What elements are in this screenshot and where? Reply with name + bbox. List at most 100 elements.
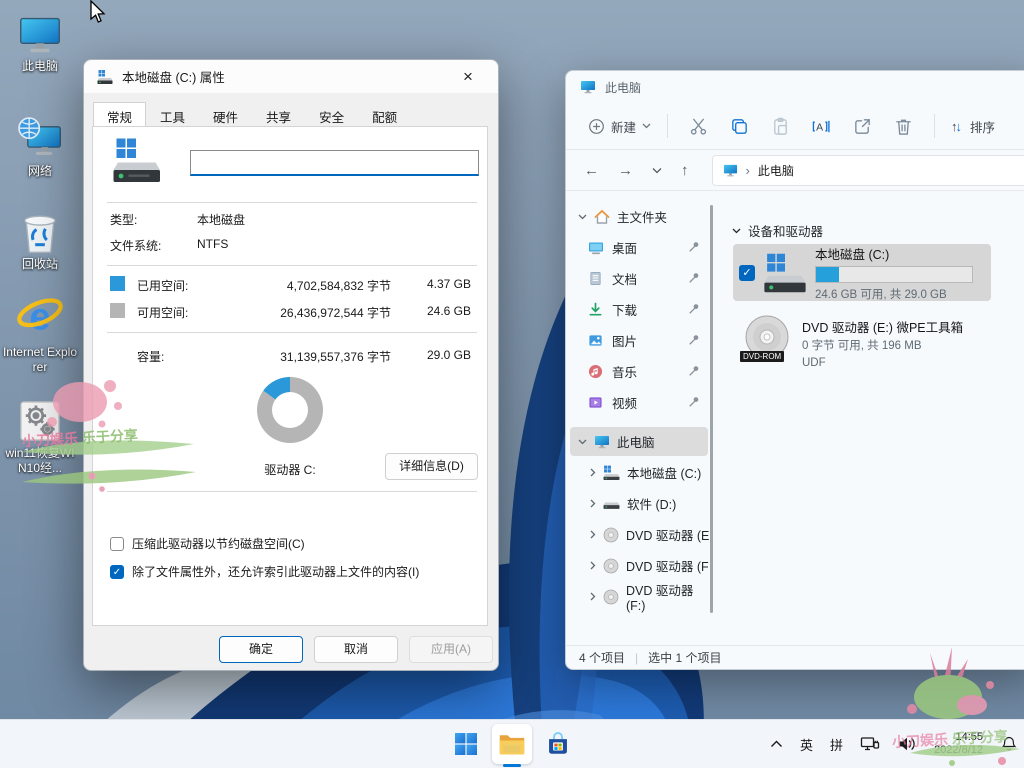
chevron-down-icon [578, 439, 587, 445]
pin-icon [688, 365, 700, 377]
start-button[interactable] [446, 724, 486, 764]
explorer-title: 此电脑 [605, 79, 641, 96]
desktop-icon-label: Internet Explorer [1, 345, 79, 375]
new-button[interactable]: 新建 [582, 111, 657, 142]
compress-checkbox[interactable] [110, 537, 124, 551]
sidebar-item-pictures[interactable]: 图片 [566, 325, 716, 356]
sidebar-label: 桌面 [612, 238, 637, 257]
sidebar-item-documents[interactable]: 文档 [566, 263, 716, 294]
ime-language-indicator[interactable]: 英 [800, 735, 813, 754]
ime-mode-indicator[interactable]: 拼 [830, 735, 843, 754]
drive-item-dvd-e[interactable]: DVD-ROM DVD 驱动器 (E:) 微PE工具箱 0 字节 可用, 共 1… [742, 313, 963, 372]
capacity-donut [257, 377, 323, 443]
taskbar-clock[interactable]: 14:55 2022/8/12 [934, 731, 983, 757]
sidebar-item-music[interactable]: 音乐 [566, 356, 716, 387]
index-checkbox-row[interactable]: ✓ 除了文件属性外，还允许索引此驱动器上文件的内容(I) [110, 563, 419, 580]
running-indicator [503, 764, 521, 767]
back-button[interactable]: ← [584, 163, 599, 178]
sort-button[interactable]: ↑↓ 排序 [945, 111, 1001, 142]
volume-label-input[interactable] [190, 150, 479, 176]
dialog-titlebar[interactable]: 本地磁盘 (C:) 属性 × [84, 60, 498, 93]
sidebar-label: 此电脑 [617, 432, 655, 451]
dvd-icon [603, 558, 619, 574]
copy-icon[interactable] [730, 117, 749, 136]
drive-c-icon [603, 464, 620, 481]
sidebar-item-videos[interactable]: 视频 [566, 387, 716, 418]
close-icon[interactable]: × [451, 67, 485, 87]
sidebar-scrollbar[interactable] [710, 205, 713, 613]
sidebar-item-home[interactable]: 主文件夹 [566, 201, 716, 232]
sidebar-label: 音乐 [612, 362, 637, 381]
delete-icon[interactable] [894, 117, 913, 136]
separator [107, 265, 477, 266]
drive-item-local-disk-c[interactable]: ✓ 本地磁盘 (C:) 24.6 GB 可用, 共 29.0 GB [733, 244, 991, 301]
desktop-icon-internet-explorer[interactable]: e Internet Explorer [1, 291, 79, 375]
paste-icon[interactable] [771, 117, 790, 136]
sidebar-item-dvd-drive-1[interactable]: DVD 驱动器 (E [566, 519, 716, 550]
chevron-right-icon[interactable] [590, 592, 596, 601]
index-checkbox[interactable]: ✓ [110, 565, 124, 579]
pin-icon [688, 241, 700, 253]
ok-button[interactable]: 确定 [219, 636, 303, 663]
explorer-window: 此电脑 新建 A ↑↓ 排序 ← → ↑ [565, 70, 1024, 670]
download-icon [588, 302, 603, 317]
explorer-statusbar: 4 个项目 | 选中 1 个项目 [566, 645, 1024, 669]
notification-bell-icon[interactable] [1000, 735, 1018, 753]
up-button[interactable]: ↑ [681, 163, 689, 178]
selected-count: 选中 1 个项目 [648, 649, 721, 666]
cut-icon[interactable] [689, 117, 708, 136]
videos-icon [588, 395, 603, 410]
file-explorer-taskbar-button[interactable] [492, 724, 532, 764]
sidebar-item-local-disk-c[interactable]: 本地磁盘 (C:) [566, 457, 716, 488]
sidebar-item-desktop[interactable]: 桌面 [566, 232, 716, 263]
file-explorer-icon [498, 730, 526, 758]
desktop-icon-win11-restore[interactable]: win11恢复WIN10经... [1, 398, 79, 476]
network-tray-icon[interactable] [860, 734, 880, 754]
volume-tray-icon[interactable] [897, 734, 917, 754]
clock-date: 2022/8/12 [934, 744, 983, 757]
desktop-icon-label: 回收站 [1, 257, 79, 272]
chevron-right-icon[interactable] [590, 561, 596, 570]
plus-circle-icon [588, 118, 605, 135]
toolbar-separator [667, 114, 668, 138]
desktop-icon-recycle-bin[interactable]: 回收站 [1, 211, 79, 272]
capacity-gb: 29.0 GB [399, 348, 471, 362]
drive-name: DVD 驱动器 (E:) 微PE工具箱 [802, 317, 963, 336]
dvd-icon [603, 527, 619, 543]
chevron-down-icon[interactable] [652, 167, 662, 174]
compress-checkbox-row[interactable]: 压缩此驱动器以节约磁盘空间(C) [110, 535, 305, 552]
desktop-icon-network[interactable]: 网络 [1, 116, 79, 179]
address-bar[interactable]: › 此电脑 [712, 155, 1024, 186]
chevron-right-icon[interactable] [590, 499, 596, 508]
breadcrumb[interactable]: 此电脑 [758, 162, 794, 179]
sidebar-label: DVD 驱动器 (E [626, 525, 709, 544]
sidebar-item-software-d[interactable]: 软件 (D:) [566, 488, 716, 519]
separator [107, 332, 477, 333]
sidebar-item-dvd-drive-3[interactable]: DVD 驱动器 (F:) [566, 581, 716, 612]
sidebar-item-downloads[interactable]: 下载 [566, 294, 716, 325]
chevron-right-icon[interactable] [590, 530, 596, 539]
share-icon[interactable] [853, 117, 872, 136]
sidebar-item-this-pc[interactable]: 此电脑 [566, 426, 716, 457]
tray-expand-chevron-icon[interactable] [770, 740, 783, 748]
chevron-right-icon[interactable] [590, 468, 596, 477]
section-header[interactable]: 设备和驱动器 [732, 221, 823, 240]
sidebar-item-dvd-drive-2[interactable]: DVD 驱动器 (F [566, 550, 716, 581]
rename-icon[interactable]: A [812, 117, 831, 136]
explorer-titlebar[interactable]: 此电脑 [566, 71, 1024, 103]
breadcrumb-separator: › [746, 163, 750, 178]
dialog-title: 本地磁盘 (C:) 属性 [122, 67, 225, 86]
desktop-icon-this-pc[interactable]: 此电脑 [1, 13, 79, 74]
details-button[interactable]: 详细信息(D) [385, 453, 478, 480]
separator [107, 202, 477, 203]
apply-button[interactable]: 应用(A) [409, 636, 493, 663]
microsoft-store-taskbar-button[interactable] [538, 724, 578, 764]
free-space-label: 可用空间: [137, 304, 188, 321]
item-checkbox[interactable]: ✓ [739, 265, 755, 281]
forward-button[interactable]: → [618, 163, 633, 178]
pin-icon [688, 303, 700, 315]
cancel-button[interactable]: 取消 [314, 636, 398, 663]
pictures-icon [588, 333, 603, 348]
type-label: 类型: [110, 211, 137, 228]
drive-icon [603, 495, 620, 512]
